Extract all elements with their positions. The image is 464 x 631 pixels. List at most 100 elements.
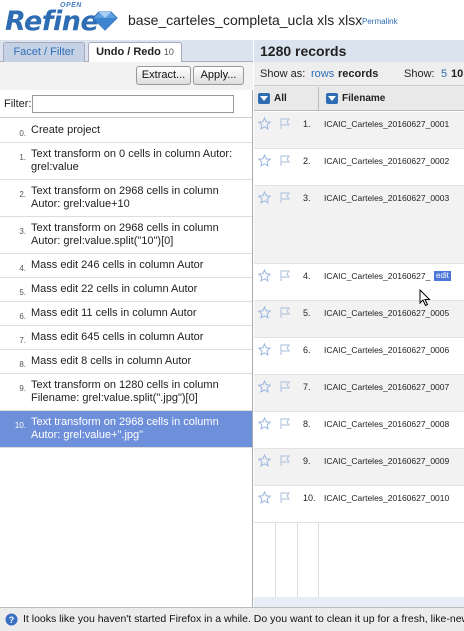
row-number: 3. (303, 193, 311, 203)
tab-facet-filter[interactable]: Facet / Filter (3, 42, 85, 62)
tab-undo-label: Undo / Redo (96, 46, 161, 58)
logo-refine-text: Refine (5, 6, 99, 37)
page-size-5-link[interactable]: 5 (441, 68, 447, 80)
history-entry-text: Text transform on 0 cells in column Auto… (31, 148, 233, 173)
extract-button[interactable]: Extract... (136, 66, 191, 85)
notification-text: It looks like you haven't started Firefo… (23, 613, 464, 625)
history-entry[interactable]: 10. Text transform on 2968 cells in colum… (0, 411, 252, 448)
history-entry[interactable]: 4. Mass edit 246 cells in column Autor (0, 254, 252, 278)
history-entry-number: 2. (19, 190, 26, 199)
table-row: 1. ICAIC_Carteles_20160627_0001 (254, 112, 464, 149)
star-icon[interactable] (257, 305, 272, 319)
filter-label: Filter: (4, 98, 32, 110)
records-mode-label: records (338, 68, 379, 80)
star-icon[interactable] (257, 379, 272, 393)
history-entry-number: 1. (19, 153, 26, 162)
show-label: Show: (404, 68, 435, 80)
filename-cell[interactable]: ICAIC_Carteles_20160627_0005 (324, 308, 449, 318)
history-entry-text: Mass edit 8 cells in column Autor (31, 355, 192, 367)
filename-cell[interactable]: ICAIC_Carteles_20160627_0007 (324, 382, 449, 392)
history-entry[interactable]: 6. Mass edit 11 cells in column Autor (0, 302, 252, 326)
table-row: 10. ICAIC_Carteles_20160627_0010 (254, 486, 464, 523)
star-icon[interactable] (257, 342, 272, 356)
header-divider (318, 87, 319, 111)
apply-button[interactable]: Apply... (193, 66, 244, 85)
history-entry-number: 5. (19, 288, 26, 297)
history-entry[interactable]: 5. Mass edit 22 cells in column Autor (0, 278, 252, 302)
openrefine-logo[interactable]: OPEN Refine (5, 2, 118, 38)
filename-cell[interactable]: ICAIC_Carteles_20160627_0010 (324, 493, 449, 503)
diamond-logo-icon (92, 11, 118, 31)
column-header-all[interactable]: All (274, 93, 287, 104)
star-icon[interactable] (257, 268, 272, 282)
history-entry-number: 4. (19, 264, 26, 273)
permalink-link[interactable]: Permalink (362, 17, 398, 26)
table-row: 3. ICAIC_Carteles_20160627_0003 (254, 186, 464, 264)
page-size-10-current: 10 (451, 68, 464, 80)
filename-cell[interactable]: ICAIC_Carteles_20160627_0006 (324, 345, 449, 355)
history-entry[interactable]: 3. Text transform on 2968 cells in column… (0, 217, 252, 254)
history-entry-text: Text transform on 1280 cells in column F… (31, 379, 219, 404)
undo-count-badge: 10 (163, 47, 174, 57)
history-entry[interactable]: 8. Mass edit 8 cells in column Autor (0, 350, 252, 374)
row-number: 10. (303, 493, 316, 503)
star-icon[interactable] (257, 153, 272, 167)
history-entry[interactable]: 7. Mass edit 645 cells in column Autor (0, 326, 252, 350)
table-row: 4. ICAIC_Carteles_20160627_ edit (254, 264, 464, 301)
flag-icon[interactable] (279, 117, 292, 130)
history-entry-text: Create project (31, 124, 101, 136)
history-entry[interactable]: 0. Create project (0, 119, 252, 143)
flag-icon[interactable] (279, 306, 292, 319)
star-icon[interactable] (257, 416, 272, 430)
filename-column-dropdown-icon[interactable] (326, 93, 338, 104)
star-icon[interactable] (257, 116, 272, 130)
data-grid: All Filename 1. ICAIC_Carteles_20160627_0… (254, 87, 464, 597)
filename-cell[interactable]: ICAIC_Carteles_20160627_0001 (324, 119, 449, 129)
row-number: 2. (303, 156, 311, 166)
history-entry-text: Mass edit 11 cells in column Autor (31, 307, 197, 319)
star-icon[interactable] (257, 190, 272, 204)
flag-icon[interactable] (279, 191, 292, 204)
row-number: 7. (303, 382, 311, 392)
help-icon: ? (5, 613, 18, 626)
row-number: 1. (303, 119, 311, 129)
star-icon[interactable] (257, 453, 272, 467)
flag-icon[interactable] (279, 454, 292, 467)
rows-mode-link[interactable]: rows (311, 68, 334, 80)
all-column-dropdown-icon[interactable] (258, 93, 270, 104)
history-entry[interactable]: 9. Text transform on 1280 cells in column… (0, 374, 252, 411)
flag-icon[interactable] (279, 343, 292, 356)
history-entry-number: 10. (14, 421, 26, 430)
mouse-cursor-icon (419, 289, 431, 307)
history-entry[interactable]: 2. Text transform on 2968 cells in column… (0, 180, 252, 217)
history-entry-number: 0. (19, 129, 26, 138)
cell-edit-button[interactable]: edit (434, 271, 451, 281)
history-entry-text: Text transform on 2968 cells in column A… (31, 185, 219, 210)
filter-input[interactable] (32, 95, 234, 113)
history-filter: Filter: (0, 93, 253, 118)
flag-icon[interactable] (279, 380, 292, 393)
history-entry-text: Mass edit 246 cells in column Autor (31, 259, 204, 271)
filename-cell[interactable]: ICAIC_Carteles_20160627_0002 (324, 156, 449, 166)
history-entry-number: 9. (19, 384, 26, 393)
project-name[interactable]: base_carteles_completa_ucla xls xlsx (128, 12, 362, 28)
history-entry-number: 6. (19, 312, 26, 321)
row-number: 8. (303, 419, 311, 429)
view-options-bar: Show as: rows records Show: 5 10 (254, 62, 464, 86)
table-row: 8. ICAIC_Carteles_20160627_0008 (254, 412, 464, 449)
filename-cell[interactable]: ICAIC_Carteles_20160627_ (324, 271, 430, 281)
star-icon[interactable] (257, 490, 272, 504)
app-header: OPEN Refine base_carteles_completa_ucla … (0, 0, 464, 40)
filename-cell[interactable]: ICAIC_Carteles_20160627_0008 (324, 419, 449, 429)
flag-icon[interactable] (279, 491, 292, 504)
left-tab-bar: Facet / Filter Undo / Redo 10 (0, 40, 253, 63)
flag-icon[interactable] (279, 269, 292, 282)
filename-cell[interactable]: ICAIC_Carteles_20160627_0009 (324, 456, 449, 466)
tab-undo-redo[interactable]: Undo / Redo 10 (88, 42, 182, 63)
history-entry[interactable]: 1. Text transform on 0 cells in column Au… (0, 143, 252, 180)
flag-icon[interactable] (279, 154, 292, 167)
filename-cell[interactable]: ICAIC_Carteles_20160627_0003 (324, 193, 449, 203)
flag-icon[interactable] (279, 417, 292, 430)
history-entry-text: Text transform on 2968 cells in column A… (31, 222, 219, 247)
column-header-filename[interactable]: Filename (342, 93, 385, 104)
